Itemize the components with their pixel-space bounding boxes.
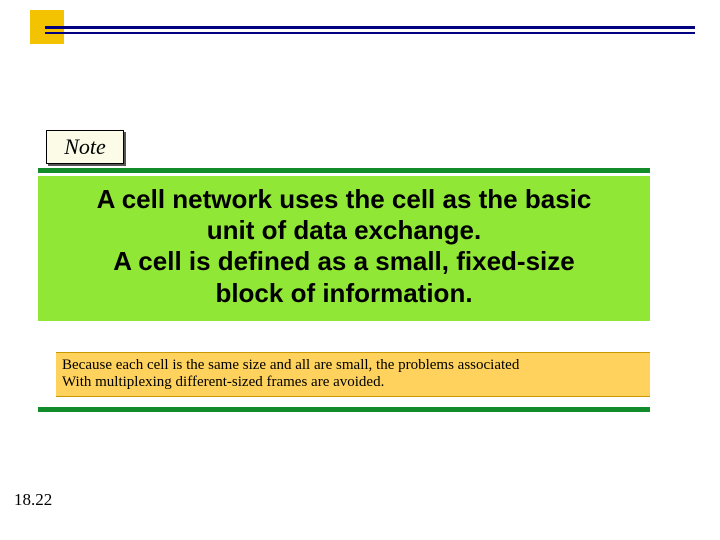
- main-line-3: A cell is defined as a small, fixed-size: [44, 246, 644, 277]
- note-label: Note: [64, 134, 106, 160]
- slide: Note A cell network uses the cell as the…: [0, 0, 720, 540]
- note-box: Note: [46, 130, 124, 164]
- rule-top: [38, 168, 650, 173]
- main-callout: A cell network uses the cell as the basi…: [38, 176, 650, 321]
- decor-lines: [45, 26, 695, 34]
- sub-block: Because each cell is the same size and a…: [56, 352, 650, 397]
- rule-bottom: [38, 407, 650, 412]
- page-number: 18.22: [14, 490, 52, 510]
- sub-line-2: With multiplexing different-sized frames…: [62, 374, 644, 391]
- main-line-4: block of information.: [44, 278, 644, 309]
- main-line-2: unit of data exchange.: [44, 215, 644, 246]
- main-line-1: A cell network uses the cell as the basi…: [44, 184, 644, 215]
- sub-line-1: Because each cell is the same size and a…: [62, 357, 644, 374]
